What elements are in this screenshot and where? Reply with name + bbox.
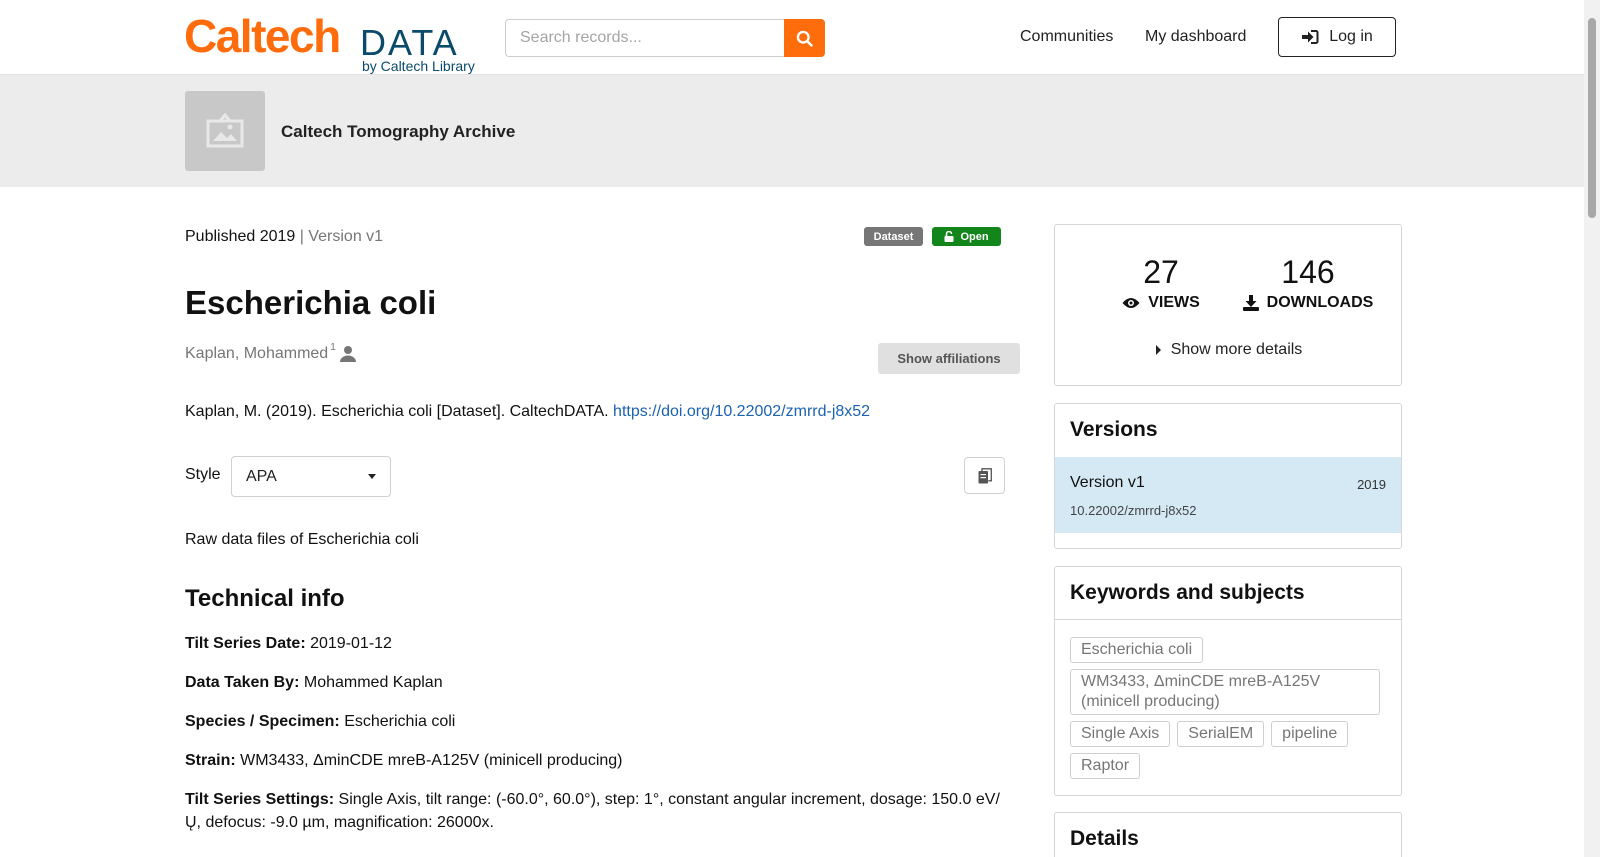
top-navbar: Caltech DATA by Caltech Library Communit… (0, 0, 1584, 75)
published-year: Published 2019 (185, 228, 296, 245)
logo-data-text: DATA (360, 22, 459, 63)
views-label: VIEWS (1148, 294, 1200, 311)
resource-type-badge: Dataset (864, 227, 923, 246)
community-header: Caltech Tomography Archive (0, 75, 1584, 187)
versions-heading: Versions (1070, 418, 1158, 441)
keyword-list: Escherichia coli WM3433, ΔminCDE mreB-A1… (1070, 637, 1390, 779)
page-scrollbar[interactable] (1584, 0, 1600, 857)
badge-open-label: Open (960, 230, 989, 243)
login-label: Log in (1329, 28, 1373, 45)
tech-info-row: Data Taken By: Mohammed Kaplan (185, 671, 1015, 694)
tech-value: Mohammed Kaplan (303, 674, 443, 691)
version-label: | Version v1 (295, 228, 384, 245)
keyword-tag[interactable]: Escherichia coli (1070, 637, 1204, 663)
citation: Kaplan, M. (2019). Escherichia coli [Dat… (185, 403, 870, 421)
logo-caltech-text: Caltech (184, 10, 341, 62)
downloads-count: 146 (1281, 254, 1335, 290)
version-item[interactable]: Version v1 2019 10.22002/zmrrd-j8x52 (1055, 457, 1401, 533)
creator: Kaplan, Mohammed 1 (185, 342, 356, 363)
tech-label: Data Taken By: (185, 674, 300, 691)
tech-label: Strain: (185, 752, 236, 769)
badge-dataset-label: Dataset (873, 230, 914, 243)
search-button[interactable] (784, 19, 825, 57)
keyword-tag[interactable]: WM3433, ΔminCDE mreB-A125V (minicell pro… (1070, 669, 1380, 715)
show-more-label: Show more details (1170, 341, 1303, 358)
details-heading: Details (1070, 827, 1139, 850)
scrollbar-thumb[interactable] (1588, 18, 1596, 218)
divider (1055, 619, 1401, 620)
citation-text: Kaplan, M. (2019). Escherichia coli [Dat… (185, 403, 609, 420)
tech-info-row: Tilt Series Date: 2019-01-12 (185, 632, 1015, 655)
user-icon (339, 346, 356, 362)
eye-icon (1122, 298, 1140, 308)
citation-style-dropdown[interactable]: APA (231, 456, 391, 497)
tech-value: 2019-01-12 (310, 635, 392, 652)
record-description: Raw data files of Escherichia coli (185, 531, 419, 548)
tech-label: Tilt Series Date: (185, 635, 306, 652)
keyword-tag[interactable]: Single Axis (1070, 721, 1171, 747)
tech-info-row: Tilt Series Settings: Single Axis, tilt … (185, 788, 1015, 834)
doi-link[interactable]: https://doi.org/10.22002/zmrrd-j8x52 (613, 403, 870, 420)
search-input[interactable] (505, 19, 785, 57)
versions-card: Versions Version v1 2019 10.22002/zmrrd-… (1054, 403, 1402, 549)
download-icon (1242, 295, 1259, 311)
tech-info-row: Strain: WM3433, ΔminCDE mreB-A125V (mini… (185, 749, 1015, 772)
chevron-down-icon (368, 474, 376, 479)
search-icon (796, 30, 813, 47)
keywords-card: Keywords and subjects Escherichia coli W… (1054, 566, 1402, 796)
keywords-heading: Keywords and subjects (1070, 581, 1305, 604)
publication-info: Published 2019 | Version v1 (185, 228, 383, 246)
downloads-label: DOWNLOADS (1266, 294, 1374, 311)
downloads-stat: 146 DOWNLOADS (1233, 255, 1383, 312)
creator-name[interactable]: Kaplan, Mohammed (185, 345, 328, 363)
citation-style-value: APA (246, 467, 277, 485)
image-placeholder-icon (206, 112, 244, 148)
tech-info-row: Species / Specimen: Escherichia coli (185, 710, 1015, 733)
tech-value: WM3433, ΔminCDE mreB-A125V (minicell pro… (240, 752, 623, 769)
record-title: Escherichia coli (185, 284, 437, 321)
show-more-details-toggle[interactable]: Show more details (1055, 341, 1403, 359)
details-card: Details (1054, 812, 1402, 857)
version-name: Version v1 (1070, 474, 1145, 491)
keyword-tag[interactable]: SerialEM (1177, 721, 1265, 747)
logo-subtitle: by Caltech Library (362, 58, 475, 74)
sign-in-icon (1302, 30, 1319, 44)
tech-label: Species / Specimen: (185, 713, 340, 730)
search-bar (505, 19, 825, 57)
copy-icon (978, 467, 992, 483)
views-count: 27 (1143, 254, 1179, 290)
community-logo[interactable] (185, 91, 265, 171)
access-status-badge: Open (932, 227, 1001, 246)
version-year: 2019 (1357, 477, 1386, 492)
nav-my-dashboard[interactable]: My dashboard (1145, 27, 1246, 47)
affiliation-number: 1 (330, 342, 336, 353)
login-button[interactable]: Log in (1278, 17, 1396, 57)
version-doi: 10.22002/zmrrd-j8x52 (1070, 503, 1197, 518)
nav-communities[interactable]: Communities (1020, 27, 1113, 47)
caret-right-icon (1155, 345, 1161, 355)
show-affiliations-button[interactable]: Show affiliations (878, 343, 1020, 374)
community-name[interactable]: Caltech Tomography Archive (281, 122, 515, 142)
technical-info-heading: Technical info (185, 585, 345, 612)
views-stat: 27 VIEWS (1111, 255, 1211, 312)
stats-card: 27 VIEWS 146 DOWNLOADS Show more details (1054, 224, 1402, 386)
keyword-tag[interactable]: Raptor (1070, 753, 1141, 779)
tech-value: Escherichia coli (344, 713, 456, 730)
caltech-data-logo[interactable]: Caltech DATA by Caltech Library (184, 12, 484, 74)
tech-label: Tilt Series Settings: (185, 791, 335, 808)
keyword-tag[interactable]: pipeline (1271, 721, 1349, 747)
copy-citation-button[interactable] (964, 457, 1005, 494)
citation-style-label: Style (185, 466, 221, 483)
unlock-icon (944, 231, 954, 242)
